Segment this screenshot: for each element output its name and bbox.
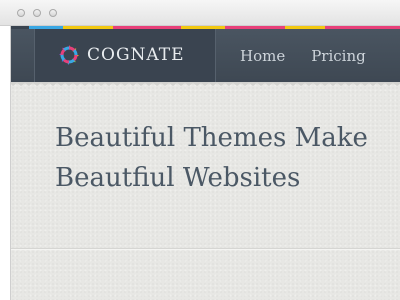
section-divider	[11, 248, 400, 250]
hero-heading-line-1: Beautiful Themes Make	[55, 123, 368, 153]
web-page: COGNATE Home Pricing Beautiful Themes Ma…	[10, 26, 400, 300]
zoom-window-button[interactable]	[49, 9, 57, 17]
hero-heading: Beautiful Themes Make Beautfiul Websites	[55, 118, 400, 198]
nav-links: Home Pricing	[240, 29, 392, 82]
brand-logo-link[interactable]: COGNATE	[34, 29, 216, 82]
browser-window: COGNATE Home Pricing Beautiful Themes Ma…	[0, 0, 400, 300]
minimize-window-button[interactable]	[33, 9, 41, 17]
window-titlebar	[0, 0, 400, 26]
navbar: COGNATE Home Pricing	[11, 29, 400, 82]
nav-link-home[interactable]: Home	[240, 47, 285, 65]
brand-name: COGNATE	[87, 45, 185, 65]
gear-icon	[59, 45, 79, 65]
zigzag-edge	[11, 82, 400, 86]
nav-link-pricing[interactable]: Pricing	[311, 47, 366, 65]
hero-heading-line-2: Beautfiul Websites	[55, 163, 301, 193]
close-window-button[interactable]	[17, 9, 25, 17]
